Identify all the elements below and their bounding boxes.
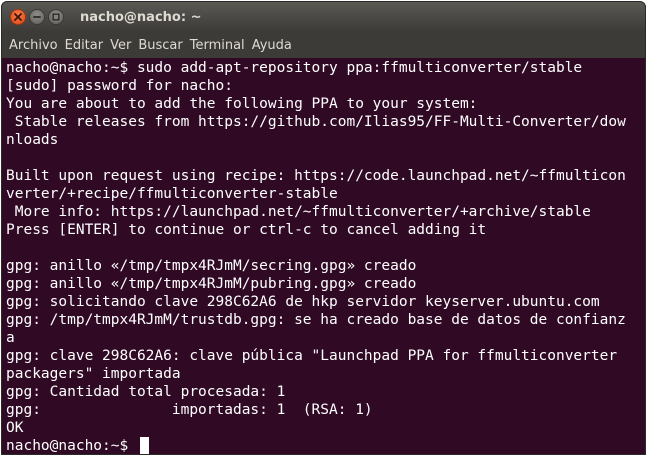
terminal-line: Press [ENTER] to continue or ctrl-c to c…	[6, 222, 487, 238]
menu-buscar[interactable]: Buscar	[135, 38, 185, 53]
window-title: nacho@nacho: ~	[80, 9, 202, 25]
terminal-line: gpg: importadas: 1 (RSA: 1)	[6, 402, 373, 418]
terminal-line: gpg: clave 298C62A6: clave pública "Laun…	[6, 348, 618, 364]
terminal-line: gpg: anillo «/tmp/tmpx4RJmM/secring.gpg»…	[6, 258, 417, 274]
terminal-line: [sudo] password for nacho:	[6, 78, 233, 94]
menu-archivo[interactable]: Archivo	[6, 38, 61, 53]
close-icon	[14, 13, 22, 21]
terminal-line: Built upon request using recipe: https:/…	[6, 168, 626, 184]
close-button[interactable]	[10, 9, 26, 25]
terminal-line: gpg: solicitando clave 298C62A6 de hkp s…	[6, 294, 600, 310]
menu-editar[interactable]: Editar	[62, 38, 107, 53]
terminal-output[interactable]: nacho@nacho:~$ sudo add-apt-repository p…	[2, 58, 645, 454]
window-controls	[10, 9, 64, 25]
terminal-line: You are about to add the following PPA t…	[6, 96, 478, 112]
menu-ayuda[interactable]: Ayuda	[249, 38, 295, 53]
minimize-button[interactable]	[29, 9, 45, 25]
shell-prompt: nacho@nacho:~$	[6, 438, 137, 454]
terminal-line: nacho@nacho:~$ sudo add-apt-repository p…	[6, 60, 583, 76]
terminal-line: a	[6, 330, 15, 346]
maximize-button[interactable]	[48, 9, 64, 25]
title-bar[interactable]: nacho@nacho: ~	[2, 2, 645, 32]
terminal-line: gpg: /tmp/tmpx4RJmM/trustdb.gpg: se ha c…	[6, 312, 626, 328]
terminal-line: gpg: Cantidad total procesada: 1	[6, 384, 286, 400]
terminal-line: verter/+recipe/ffmulticonverter-stable	[6, 186, 338, 202]
terminal-line: More info: https://launchpad.net/~ffmult…	[6, 204, 591, 220]
terminal-line: gpg: anillo «/tmp/tmpx4RJmM/pubring.gpg»…	[6, 276, 417, 292]
terminal-line: OK	[6, 420, 24, 436]
terminal-line: nloads	[6, 132, 59, 148]
menu-ver[interactable]: Ver	[107, 38, 134, 53]
maximize-icon	[52, 13, 60, 21]
terminal-prompt-line[interactable]: nacho@nacho:~$	[6, 437, 645, 454]
terminal-window: nacho@nacho: ~ Archivo Editar Ver Buscar…	[1, 1, 646, 455]
text-cursor	[139, 437, 149, 454]
minimize-icon	[33, 16, 41, 18]
terminal-line: packagers" importada	[6, 366, 181, 382]
menu-bar: Archivo Editar Ver Buscar Terminal Ayuda	[2, 32, 645, 58]
menu-terminal[interactable]: Terminal	[187, 38, 248, 53]
terminal-line: Stable releases from https://github.com/…	[6, 114, 626, 130]
